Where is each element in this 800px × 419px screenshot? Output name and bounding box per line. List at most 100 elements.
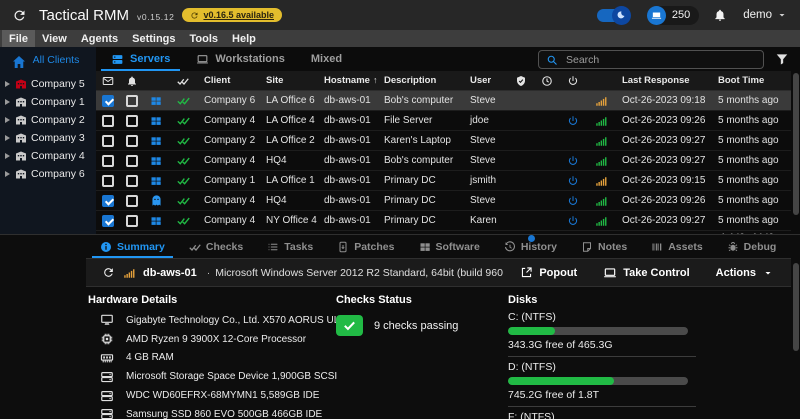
email-alert-checkbox[interactable] (102, 214, 114, 227)
search-input[interactable] (564, 52, 756, 67)
column-header-bell-icon[interactable] (120, 75, 144, 87)
tab-mixed[interactable]: Mixed (298, 47, 355, 71)
column-header-double-check-icon[interactable] (168, 75, 198, 87)
agent-row[interactable]: Company 1 LA Office 1 db-aws-01 Primary DC j… (96, 171, 791, 191)
table-scrollbar[interactable] (793, 73, 799, 215)
check-icon (342, 318, 357, 333)
tab-servers[interactable]: Servers (98, 47, 183, 71)
tab-software[interactable]: Software (407, 235, 492, 258)
desktop-icon (88, 313, 126, 327)
power-icon[interactable] (567, 215, 579, 227)
menu-item-tools[interactable]: Tools (183, 30, 226, 47)
power-icon[interactable] (567, 175, 579, 187)
cell-site: LA Office 4 (266, 115, 315, 126)
notifications-bell-icon[interactable] (713, 8, 727, 22)
popout-icon (520, 266, 533, 279)
disk-usage-bar (508, 377, 688, 385)
history-icon (504, 240, 516, 253)
menu-item-file[interactable]: File (2, 30, 35, 47)
text-alert-checkbox[interactable] (126, 194, 138, 207)
expand-caret-icon[interactable] (5, 171, 10, 177)
expand-caret-icon[interactable] (5, 135, 10, 141)
take-control-button[interactable]: Take Control (594, 266, 698, 280)
text-alert-checkbox[interactable] (126, 214, 138, 227)
column-header-clock-icon[interactable] (534, 75, 560, 87)
tab-history[interactable]: History (492, 235, 569, 258)
column-header-client[interactable]: Client (198, 75, 260, 86)
column-header-description[interactable]: Description (378, 75, 464, 86)
sidebar-item-company-3[interactable]: Company 3 (0, 129, 96, 147)
email-alert-checkbox[interactable] (102, 194, 114, 207)
column-header-power-icon[interactable] (560, 75, 586, 87)
column-header-signal-icon[interactable] (586, 75, 616, 87)
tab-patches[interactable]: Patches (325, 235, 406, 258)
agent-row[interactable]: Company 4 HQ4 db-aws-01 Bob's computer Steve… (96, 151, 791, 171)
agent-row[interactable]: Company 4 NY Office 4 db-aws-01 Primary DC K… (96, 211, 791, 231)
actions-button[interactable]: Actions (707, 267, 783, 279)
sidebar-item-company-1[interactable]: Company 1 (0, 93, 96, 111)
power-icon[interactable] (567, 155, 579, 167)
sidebar-item-company-2[interactable]: Company 2 (0, 111, 96, 129)
power-icon[interactable] (567, 115, 579, 127)
expand-caret-icon[interactable] (5, 153, 10, 159)
column-header-envelope-icon[interactable] (96, 75, 120, 87)
text-alert-checkbox[interactable] (126, 174, 138, 187)
tab-debug[interactable]: Debug (715, 235, 789, 258)
email-alert-checkbox[interactable] (102, 134, 114, 147)
column-header-hostname[interactable]: Hostname ↑ (318, 75, 378, 86)
menu-item-agents[interactable]: Agents (74, 30, 125, 47)
popout-button[interactable]: Popout (511, 266, 586, 279)
expand-caret-icon[interactable] (5, 99, 10, 105)
email-alert-checkbox[interactable] (102, 94, 114, 107)
filter-funnel-icon[interactable] (775, 52, 789, 66)
power-icon[interactable] (567, 195, 579, 207)
expand-caret-icon[interactable] (5, 117, 10, 123)
agent-row[interactable]: Company 4 HQ4 db-aws-01 Primary DC Steve Oct-… (96, 191, 791, 211)
user-menu[interactable]: demo (743, 9, 788, 21)
refresh-agent-icon[interactable] (102, 266, 115, 279)
refresh-icon[interactable] (12, 8, 27, 23)
email-alert-checkbox[interactable] (102, 114, 114, 127)
text-alert-checkbox[interactable] (126, 94, 138, 107)
tab-audit[interactable]: Audit (788, 235, 800, 258)
tab-summary[interactable]: Summary (88, 235, 177, 258)
sidebar-item-all-clients[interactable]: All Clients (0, 52, 96, 75)
tab-notes[interactable]: Notes (569, 235, 639, 258)
tab-checks[interactable]: Checks (177, 235, 255, 258)
column-header-site[interactable]: Site (260, 75, 318, 86)
column-header-user[interactable]: User (464, 75, 508, 86)
detail-scrollbar[interactable] (793, 263, 799, 351)
tab-workstations[interactable]: Workstations (183, 47, 297, 71)
table-body: Company 6 LA Office 6 db-aws-01 Bob's compu… (96, 91, 791, 231)
sidebar-item-company-5[interactable]: Company 5 (0, 75, 96, 93)
cell-description: Karen's Laptop (384, 135, 451, 146)
dark-mode-toggle[interactable] (596, 5, 631, 25)
agent-row[interactable]: Company 2 LA Office 2 db-aws-01 Karen's Lap… (96, 131, 791, 151)
cell-user: jdoe (470, 115, 489, 126)
client-name: Company 1 (31, 96, 85, 108)
sidebar-item-company-6[interactable]: Company 6 (0, 165, 96, 183)
column-header-last-response[interactable]: Last Response (616, 75, 712, 86)
column-header-boot-time[interactable]: Boot Time (712, 75, 791, 86)
tab-assets[interactable]: Assets (639, 235, 714, 258)
text-alert-checkbox[interactable] (126, 134, 138, 147)
tab-tasks[interactable]: Tasks (255, 235, 325, 258)
agent-count-button[interactable]: 250 (646, 5, 700, 25)
agent-row[interactable]: Company 4 LA Office 4 db-aws-01 File Server… (96, 111, 791, 131)
cell-hostname: db-aws-01 (324, 195, 371, 206)
hardware-details-title: Hardware Details (88, 294, 178, 306)
signal (595, 95, 607, 107)
column-header-shield-check-icon[interactable] (508, 75, 534, 87)
update-badge[interactable]: v0.16.5 available (182, 8, 282, 22)
expand-caret-icon[interactable] (5, 81, 10, 87)
cell-checks-status (168, 174, 198, 187)
menu-item-view[interactable]: View (35, 30, 74, 47)
agent-row[interactable]: Company 6 LA Office 6 db-aws-01 Bob's compu… (96, 91, 791, 111)
text-alert-checkbox[interactable] (126, 114, 138, 127)
menu-item-help[interactable]: Help (225, 30, 263, 47)
text-alert-checkbox[interactable] (126, 154, 138, 167)
menu-item-settings[interactable]: Settings (125, 30, 182, 47)
email-alert-checkbox[interactable] (102, 174, 114, 187)
email-alert-checkbox[interactable] (102, 154, 114, 167)
sidebar-item-company-4[interactable]: Company 4 (0, 147, 96, 165)
